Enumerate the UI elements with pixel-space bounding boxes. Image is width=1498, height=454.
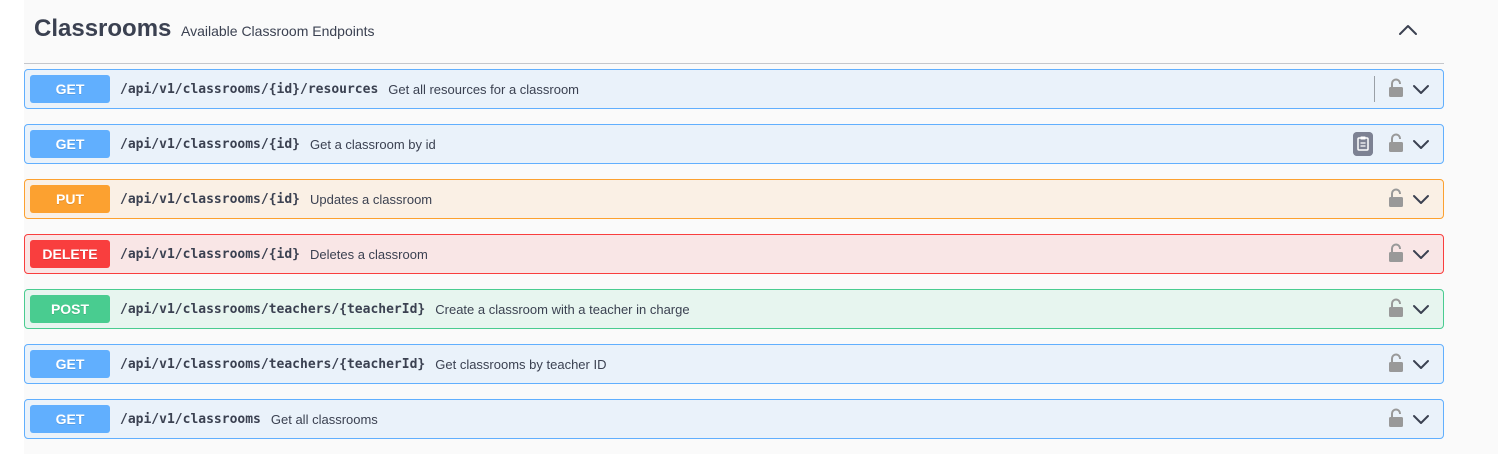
lock-icon[interactable]: [1387, 78, 1405, 98]
lock-icon[interactable]: [1387, 188, 1405, 208]
chevron-down-icon[interactable]: [1411, 299, 1431, 319]
endpoint-summary: Get all classrooms: [270, 411, 378, 427]
endpoint-path: /api/v1/classrooms/teachers/{teacherId}: [120, 301, 426, 317]
opblock-summary: /api/v1/classrooms/{id} Updates a classr…: [120, 180, 432, 218]
lock-icon[interactable]: [1387, 133, 1405, 153]
method-badge: GET: [30, 350, 110, 378]
endpoint-summary: Get a classroom by id: [310, 136, 436, 152]
endpoint-summary: Get classrooms by teacher ID: [435, 356, 607, 372]
endpoint-path: /api/v1/classrooms/{id}/resources: [120, 81, 379, 97]
method-badge: DELETE: [30, 240, 110, 268]
opblock-get-classroom-resources[interactable]: GET /api/v1/classrooms/{id}/resources Ge…: [24, 69, 1444, 109]
endpoint-path: /api/v1/classrooms/teachers/{teacherId}: [120, 356, 426, 372]
opblock-post-classroom-teacher[interactable]: POST /api/v1/classrooms/teachers/{teache…: [24, 289, 1444, 329]
chevron-down-icon[interactable]: [1411, 79, 1431, 99]
method-badge: GET: [30, 405, 110, 433]
opblock-put-classroom[interactable]: PUT /api/v1/classrooms/{id} Updates a cl…: [24, 179, 1444, 219]
opblock-summary: /api/v1/classrooms Get all classrooms: [120, 400, 378, 438]
tag-header[interactable]: Classrooms Available Classroom Endpoints: [24, 0, 1444, 64]
opblock-get-classrooms-by-teacher[interactable]: GET /api/v1/classrooms/teachers/{teacher…: [24, 344, 1444, 384]
endpoint-summary: Get all resources for a classroom: [388, 81, 580, 97]
lock-icon[interactable]: [1387, 298, 1405, 318]
tag-description: Available Classroom Endpoints: [181, 23, 375, 39]
lock-icon[interactable]: [1387, 243, 1405, 263]
tag-title: Classrooms: [34, 15, 172, 42]
chevron-down-icon[interactable]: [1411, 244, 1431, 264]
chevron-down-icon[interactable]: [1411, 409, 1431, 429]
endpoint-path: /api/v1/classrooms/{id}: [120, 246, 301, 262]
method-badge: PUT: [30, 185, 110, 213]
endpoint-summary: Create a classroom with a teacher in cha…: [435, 301, 690, 317]
chevron-down-icon[interactable]: [1411, 134, 1431, 154]
opblock-summary: /api/v1/classrooms/teachers/{teacherId} …: [120, 345, 606, 383]
opblock-summary: /api/v1/classrooms/{id} Get a classroom …: [120, 125, 436, 163]
chevron-down-icon[interactable]: [1411, 354, 1431, 374]
endpoint-path: /api/v1/classrooms: [120, 411, 261, 427]
opblock-summary: /api/v1/classrooms/{id}/resources Get al…: [120, 70, 579, 108]
method-badge: GET: [30, 130, 110, 158]
endpoint-path: /api/v1/classrooms/{id}: [120, 191, 301, 207]
clipboard-copy-icon[interactable]: [1353, 132, 1373, 156]
method-badge: GET: [30, 75, 110, 103]
endpoint-summary: Updates a classroom: [310, 191, 433, 207]
opblock-get-all-classrooms[interactable]: GET /api/v1/classrooms Get all classroom…: [24, 399, 1444, 439]
chevron-down-icon[interactable]: [1411, 189, 1431, 209]
opblock-summary: /api/v1/classrooms/{id} Deletes a classr…: [120, 235, 428, 273]
opblock-delete-classroom[interactable]: DELETE /api/v1/classrooms/{id} Deletes a…: [24, 234, 1444, 274]
opblock-summary: /api/v1/classrooms/teachers/{teacherId} …: [120, 290, 690, 328]
opblock-get-classroom-by-id[interactable]: GET /api/v1/classrooms/{id} Get a classr…: [24, 124, 1444, 164]
endpoint-summary: Deletes a classroom: [310, 246, 428, 262]
lock-icon[interactable]: [1387, 408, 1405, 428]
lock-icon[interactable]: [1387, 353, 1405, 373]
endpoint-path: /api/v1/classrooms/{id}: [120, 136, 301, 152]
chevron-up-icon[interactable]: [1392, 14, 1424, 46]
method-badge: POST: [30, 295, 110, 323]
divider: [1374, 76, 1375, 102]
